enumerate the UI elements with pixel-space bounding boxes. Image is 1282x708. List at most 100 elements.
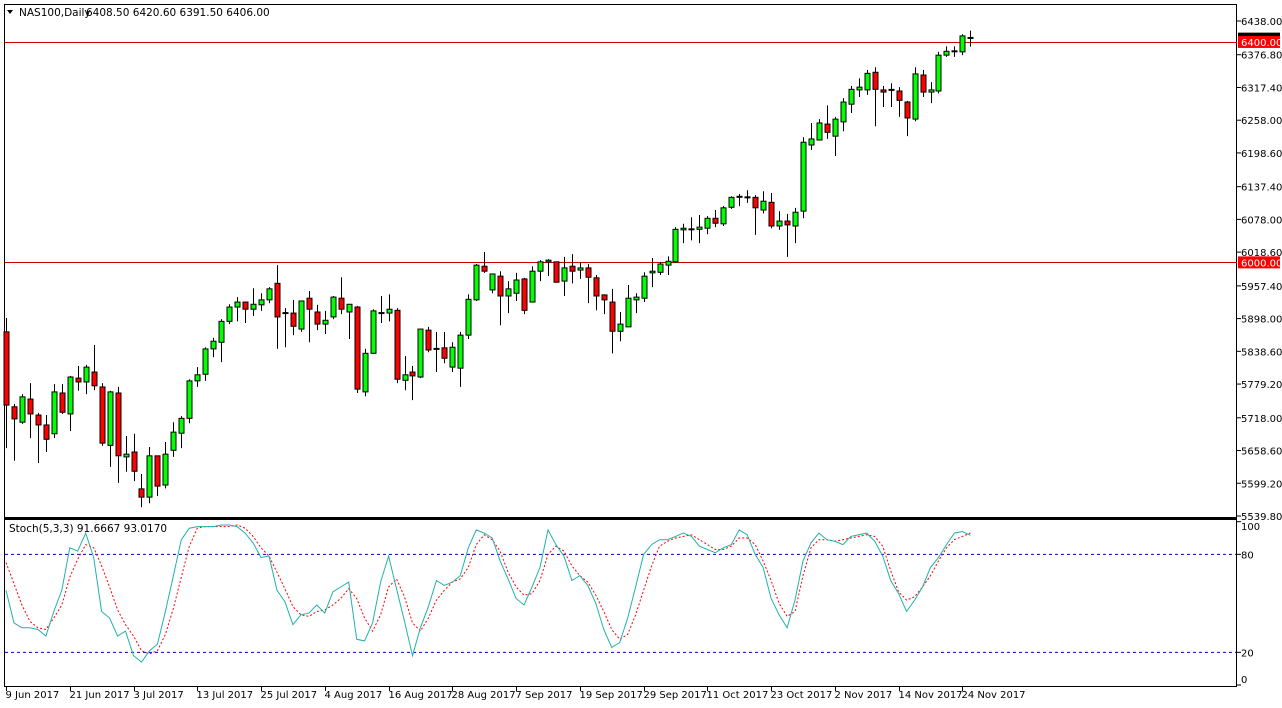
candle-body: [944, 51, 949, 55]
ohlc-readout: 6408.50 6420.60 6391.50 6406.00: [86, 7, 270, 19]
candle-body: [219, 321, 224, 342]
candle-body: [506, 289, 511, 296]
candle-body: [498, 276, 503, 296]
candle-body: [960, 36, 965, 52]
candle-body: [163, 454, 168, 485]
candle: [913, 67, 918, 121]
candle-body: [116, 393, 121, 456]
candle: [418, 329, 423, 378]
candle-body: [546, 260, 551, 262]
candle-body: [538, 262, 543, 271]
candle: [936, 52, 941, 93]
candle-body: [562, 268, 567, 281]
candle-body: [371, 311, 376, 353]
date-label: 16 Aug 2017: [389, 690, 453, 701]
candle-body: [458, 335, 463, 368]
date-label: 11 Oct 2017: [707, 690, 769, 701]
candle-body: [243, 302, 248, 309]
price-tick-label: 6258.00: [1241, 116, 1282, 127]
candle-body: [418, 329, 423, 377]
candle-body: [594, 278, 599, 296]
date-label: 24 Nov 2017: [962, 690, 1026, 701]
date-label: 2 Nov 2017: [835, 690, 893, 701]
candle-body: [705, 218, 710, 228]
candle-body: [132, 452, 137, 471]
time-axis: 9 Jun 201721 Jun 20173 Jul 201713 Jul 20…: [6, 687, 1026, 701]
candle: [474, 264, 479, 301]
candle-body: [124, 454, 129, 457]
price-tick-label: 6137.40: [1241, 183, 1282, 194]
candle-body: [187, 381, 192, 418]
stoch-panel-frame: [5, 520, 1237, 687]
price-tick-label: 6438.00: [1241, 17, 1282, 28]
candle-body: [403, 375, 408, 381]
chart-canvas[interactable]: 6438.006376.806317.406258.006198.606137.…: [0, 0, 1282, 708]
candle: [522, 278, 527, 314]
candle: [355, 306, 360, 393]
candle-body: [171, 432, 176, 450]
candle-body: [259, 300, 264, 305]
candle-body: [147, 456, 152, 497]
candle-body: [650, 271, 655, 273]
candle-body: [666, 261, 671, 265]
candle-body: [155, 456, 160, 486]
candle-body: [721, 208, 726, 224]
candle-body: [753, 197, 758, 207]
candle-body: [355, 307, 360, 389]
candle-body: [387, 309, 392, 313]
date-label: 4 Aug 2017: [325, 690, 383, 701]
candle-body: [100, 387, 105, 443]
candle: [801, 137, 806, 218]
candle-body: [331, 297, 336, 317]
date-label: 9 Jun 2017: [6, 690, 60, 701]
candle: [642, 272, 647, 302]
candle: [960, 34, 965, 55]
stoch-scale-label: 20: [1241, 648, 1254, 659]
candle: [20, 394, 25, 424]
main-panel-frame: [5, 5, 1237, 518]
candle-body: [291, 313, 296, 326]
candle-body: [267, 289, 272, 300]
candle-body: [642, 276, 647, 298]
candle-body: [809, 139, 814, 145]
candle-body: [785, 221, 790, 225]
candle-body: [275, 283, 280, 317]
candle-body: [626, 298, 631, 327]
stoch-scale-label: 0: [1241, 675, 1247, 686]
candle-body: [339, 298, 344, 309]
date-label: 23 Oct 2017: [771, 690, 833, 701]
candle-body: [586, 268, 591, 277]
candle: [530, 266, 535, 302]
candle-body: [514, 280, 519, 293]
price-tick-label: 5898.00: [1241, 315, 1282, 326]
candle-body: [713, 218, 718, 223]
candle-body: [179, 418, 184, 433]
price-tick-label: 6198.60: [1241, 149, 1282, 160]
candle-body: [28, 399, 33, 414]
candle-body: [20, 397, 25, 422]
date-label: 28 Aug 2017: [452, 690, 516, 701]
candle-body: [833, 119, 838, 136]
candle-body: [60, 393, 65, 412]
candle-body: [84, 367, 89, 382]
candle-body: [905, 102, 910, 118]
candle-body: [36, 415, 41, 425]
candle: [729, 196, 734, 209]
candle-body: [363, 353, 368, 392]
candle-body: [203, 349, 208, 374]
candle: [227, 304, 232, 324]
price-axis: 6438.006376.806317.406258.006198.606137.…: [1237, 17, 1282, 686]
date-label: 21 Jun 2017: [70, 690, 130, 701]
price-tick-label: 5599.20: [1241, 479, 1282, 490]
candle-body: [681, 228, 686, 230]
candle-body: [4, 332, 9, 405]
candle-body: [315, 312, 320, 324]
candle: [371, 309, 376, 354]
candle-body: [602, 295, 607, 300]
candle: [450, 342, 455, 372]
candle-body: [450, 347, 455, 367]
price-tick-label: 5957.40: [1241, 282, 1282, 293]
stoch-label: Stoch(5,3,3) 91.6667 93.0170: [9, 523, 167, 535]
candle-body: [769, 202, 774, 226]
candle-body: [793, 212, 798, 226]
